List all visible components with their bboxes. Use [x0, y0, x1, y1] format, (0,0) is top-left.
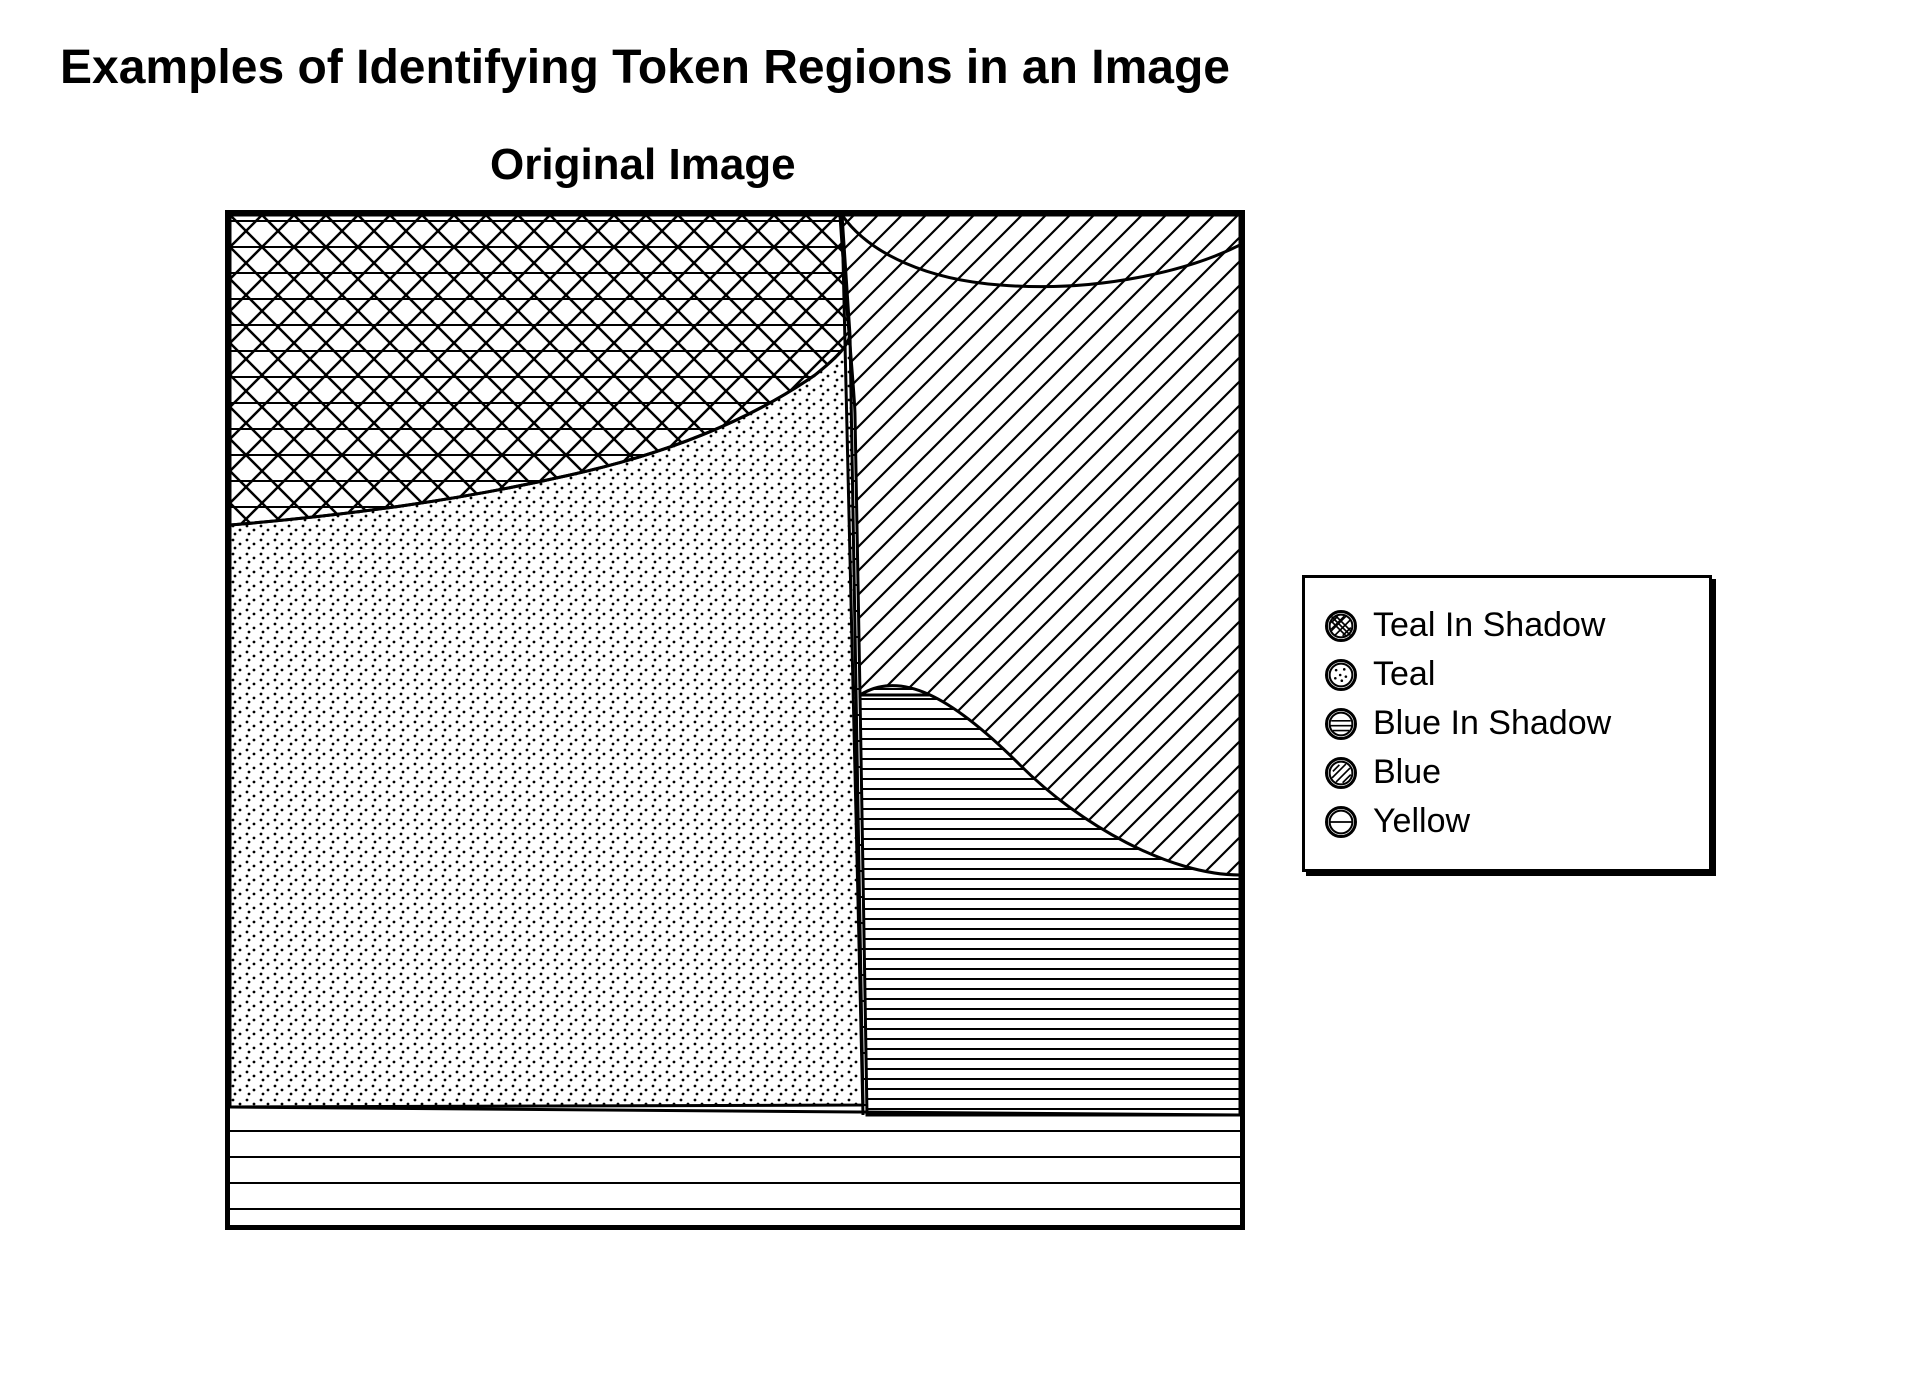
legend-label: Teal In Shadow	[1373, 606, 1606, 645]
crosshatch-icon	[1325, 610, 1357, 642]
legend-item-blue-in-shadow: Blue In Shadow	[1325, 704, 1689, 743]
region-diagram-svg	[230, 215, 1240, 1225]
legend: Teal In Shadow Teal	[1302, 575, 1712, 872]
legend-item-teal-in-shadow: Teal In Shadow	[1325, 606, 1689, 645]
horizontal-sparse-icon	[1325, 806, 1357, 838]
horizontal-icon	[1325, 708, 1357, 740]
diagonal-icon	[1325, 757, 1357, 789]
page-title: Examples of Identifying Token Regions in…	[60, 40, 1230, 95]
legend-label: Blue	[1373, 753, 1441, 792]
legend-label: Blue In Shadow	[1373, 704, 1611, 743]
legend-label: Yellow	[1373, 802, 1470, 841]
subtitle: Original Image	[490, 140, 796, 190]
legend-item-blue: Blue	[1325, 753, 1689, 792]
legend-label: Teal	[1373, 655, 1435, 694]
legend-item-teal: Teal	[1325, 655, 1689, 694]
legend-item-yellow: Yellow	[1325, 802, 1689, 841]
original-image-figure	[225, 210, 1245, 1230]
dots-icon	[1325, 659, 1357, 691]
